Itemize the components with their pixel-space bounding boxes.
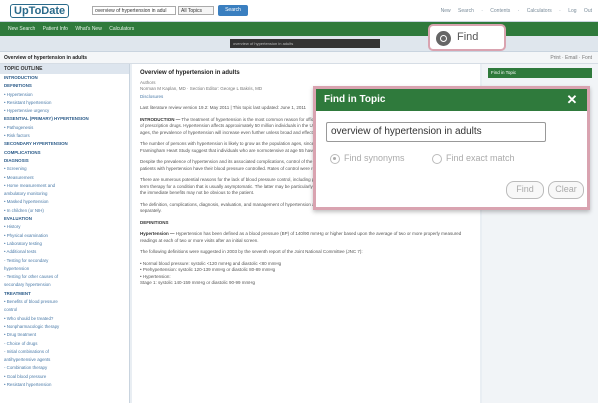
search-scope-select[interactable]: All Topics xyxy=(178,6,214,15)
dialog-title: Find in Topic xyxy=(316,89,587,111)
outline-item[interactable]: • Additional tests xyxy=(0,248,129,256)
outline-item[interactable]: secondary hypertension xyxy=(0,281,129,289)
outline-item[interactable]: EVALUATION xyxy=(0,215,129,223)
radio-unselected-icon xyxy=(432,153,442,164)
binoculars-icon xyxy=(436,31,451,46)
close-icon[interactable]: ✕ xyxy=(565,93,579,107)
outline-item[interactable]: - Testing for secondary xyxy=(0,257,129,265)
outline-item[interactable]: SECONDARY HYPERTENSION xyxy=(0,140,129,148)
outline-item[interactable]: • Goal blood pressure xyxy=(0,373,129,381)
outline-item[interactable]: - Choice of drugs xyxy=(0,340,129,348)
right-column-heading: Find in Topic xyxy=(488,68,592,78)
radio-selected-icon xyxy=(330,153,340,164)
top-bar: UpToDate overview of hypertension in adu… xyxy=(0,0,598,22)
outline-item[interactable]: antihypertensive agents xyxy=(0,356,129,364)
article-title: Overview of hypertension in adults xyxy=(140,70,240,76)
find-submit-button[interactable]: Find xyxy=(506,181,544,199)
find-button[interactable]: Find xyxy=(428,24,506,51)
outline-item[interactable]: • Who should be treated? xyxy=(0,315,129,323)
outline-item[interactable]: - Combination therapy xyxy=(0,364,129,372)
outline-item[interactable]: • Benefits of blood pressure xyxy=(0,298,129,306)
paragraph-8: The following definitions were suggested… xyxy=(140,249,363,254)
outline-item[interactable]: - Initial combinations of xyxy=(0,348,129,356)
outline-item[interactable]: COMPLICATIONS xyxy=(0,149,129,157)
outline-item[interactable]: DIAGNOSIS xyxy=(0,157,129,165)
outline-item[interactable]: control xyxy=(0,306,129,314)
outline-item[interactable]: • Pathogenesis xyxy=(0,124,129,132)
find-synonyms-option[interactable]: Find synonyms xyxy=(330,153,405,164)
top-search-input[interactable]: overview of hypertension in adul xyxy=(92,6,176,15)
outline-item[interactable]: • Nonpharmacologic therapy xyxy=(0,323,129,331)
nav-item-patient-info[interactable]: Patient Info xyxy=(43,26,68,32)
hypertension-text: Hypertension has been defined as a blood… xyxy=(140,231,462,243)
toolbar: overview of hypertension in adults xyxy=(0,36,598,52)
outline-item[interactable]: TREATMENT xyxy=(0,290,129,298)
uptodate-logo[interactable]: UpToDate xyxy=(10,4,70,18)
definitions-heading: DEFINITIONS xyxy=(140,220,472,227)
outline-item[interactable]: - Testing for other causes of xyxy=(0,273,129,281)
hypertension-paragraph: Hypertension — Hypertension has been def… xyxy=(140,231,472,244)
outline-item[interactable]: • Measurement xyxy=(0,174,129,182)
find-exact-option[interactable]: Find exact match xyxy=(432,153,515,164)
find-exact-label: Find exact match xyxy=(446,153,515,163)
topic-outline: TOPIC OUTLINE INTRODUCTION DEFINITIONS • H… xyxy=(0,64,130,403)
header-links[interactable]: New Search · Contents · Calculators · Lo… xyxy=(441,8,592,14)
outline-item[interactable]: ESSENTIAL (PRIMARY) HYPERTENSION xyxy=(0,115,129,123)
outline-item[interactable]: • Hypertension xyxy=(0,91,129,99)
outline-item[interactable]: • Hypertensive urgency xyxy=(0,107,129,115)
outline-item[interactable]: • Laboratory testing xyxy=(0,240,129,248)
outline-item[interactable]: • Drug treatment xyxy=(0,331,129,339)
outline-item[interactable]: • History xyxy=(0,223,129,231)
find-query-input[interactable]: overview of hypertension in adults xyxy=(326,122,546,142)
bullet-item: Stage 1: systolic 140-159 mmHg or diasto… xyxy=(140,280,256,285)
definitions-heading-text: DEFINITIONS xyxy=(140,219,169,225)
outline-list: INTRODUCTION DEFINITIONS • Hypertension • R… xyxy=(0,74,129,389)
outline-item[interactable]: INTRODUCTION xyxy=(0,74,129,82)
nav-bar: New Search Patient Info What's New Calcu… xyxy=(0,22,598,36)
breadcrumb-bar: Overview of hypertension in adults Print… xyxy=(0,52,598,64)
outline-item[interactable]: • Resistant hypertension xyxy=(0,99,129,107)
breadcrumb: Overview of hypertension in adults xyxy=(4,55,88,61)
nav-item-calculators[interactable]: Calculators xyxy=(109,26,134,32)
clear-button[interactable]: Clear xyxy=(548,181,584,199)
top-search-button[interactable]: Search xyxy=(218,5,248,16)
nav-item-new-search[interactable]: New Search xyxy=(8,26,35,32)
outline-item[interactable]: • Resistant hypertension xyxy=(0,381,129,389)
find-bar-input[interactable]: overview of hypertension in adults xyxy=(230,39,380,48)
topic-tools[interactable]: Print · Email · Font xyxy=(550,55,592,61)
bullet-list: • Normal blood pressure: systolic <120 m… xyxy=(140,261,472,287)
find-button-label: Find xyxy=(457,31,479,43)
outline-item[interactable]: • In children (or NIH) xyxy=(0,207,129,215)
outline-item[interactable]: • Screening xyxy=(0,165,129,173)
outline-item[interactable]: • Physical examination xyxy=(0,232,129,240)
outline-item[interactable]: DEFINITIONS xyxy=(0,82,129,90)
outline-item[interactable]: • Masked hypertension xyxy=(0,198,129,206)
outline-item[interactable]: ambulatory monitoring xyxy=(0,190,129,198)
outline-item[interactable]: • Home measurement and xyxy=(0,182,129,190)
outline-item[interactable]: hypertension xyxy=(0,265,129,273)
hypertension-heading: Hypertension — xyxy=(140,231,175,236)
intro-heading: INTRODUCTION — xyxy=(140,116,181,122)
nav-item-whats-new[interactable]: What's New xyxy=(75,26,102,32)
find-in-topic-dialog: Find in Topic ✕ overview of hypertension… xyxy=(313,86,590,210)
find-synonyms-label: Find synonyms xyxy=(344,153,405,163)
outline-heading: TOPIC OUTLINE xyxy=(0,64,129,74)
outline-item[interactable]: • Risk factors xyxy=(0,132,129,140)
